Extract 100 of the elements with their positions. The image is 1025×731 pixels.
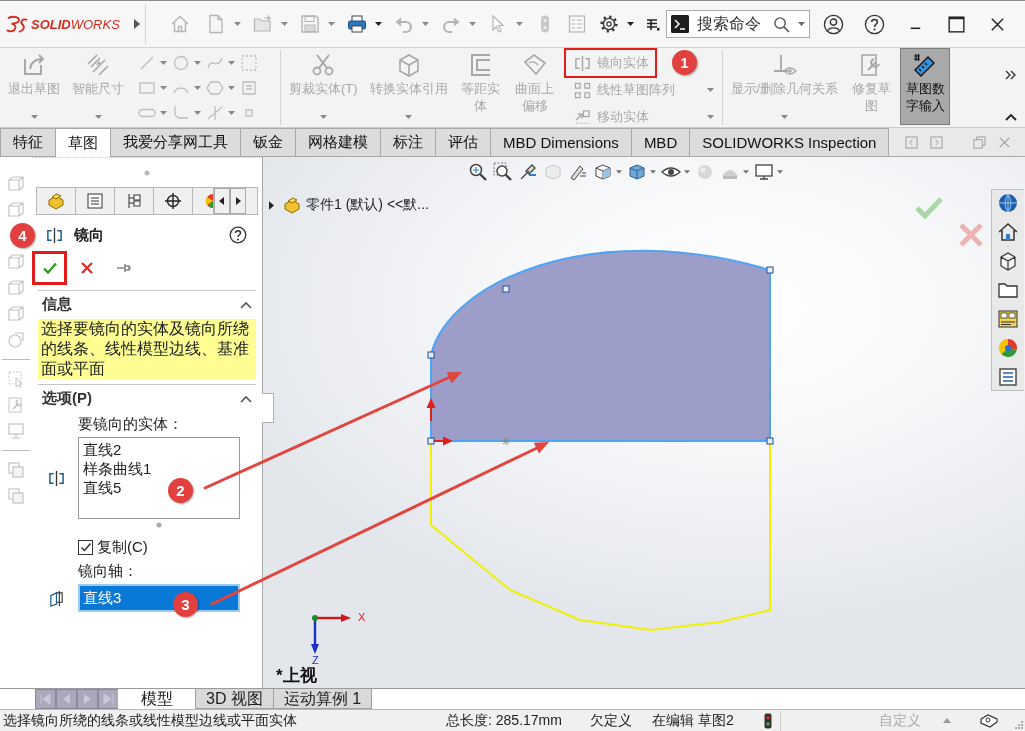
triangle-right-icon[interactable] <box>77 689 98 709</box>
chevron-up-icon[interactable] <box>1005 113 1017 121</box>
magnifier-box-icon[interactable] <box>493 162 513 182</box>
checkbox[interactable] <box>78 539 93 555</box>
tab[interactable]: 标注 <box>380 128 436 156</box>
tab[interactable]: 草图 <box>55 128 111 157</box>
pen-line-icon[interactable] <box>518 162 538 182</box>
sketch-profile[interactable] <box>430 249 771 442</box>
feature-tree-item[interactable]: 零件1 (默认) <<默... <box>306 196 429 214</box>
list-item[interactable]: 样条曲线1 <box>83 459 152 478</box>
caret-icon[interactable] <box>375 22 382 26</box>
grip-dot-icon[interactable] <box>144 169 150 176</box>
curved-sheet-icon <box>521 52 548 78</box>
grip-dot-icon[interactable] <box>156 522 162 528</box>
panel-left-icon[interactable] <box>905 135 918 149</box>
globe-icon[interactable] <box>997 192 1019 214</box>
toolbar-button[interactable]: 草图数字输入 <box>900 48 951 125</box>
sketch-point[interactable] <box>766 437 774 445</box>
terminal-icon <box>671 15 689 33</box>
chevron-up-icon[interactable] <box>240 300 252 309</box>
magnifier-icon[interactable] <box>468 162 488 182</box>
caret-icon[interactable] <box>627 22 634 26</box>
grid-squares-icon <box>573 81 591 99</box>
tag-icon[interactable] <box>979 712 999 729</box>
check-icon[interactable] <box>914 196 944 220</box>
search-box[interactable]: 搜索命令 <box>666 10 810 38</box>
maximize-icon[interactable] <box>946 13 967 35</box>
tab[interactable]: SOLIDWORKS Inspection <box>689 128 890 156</box>
home-icon[interactable] <box>997 221 1019 243</box>
tab[interactable]: 钣金 <box>240 128 296 156</box>
ok-button[interactable] <box>32 250 67 285</box>
arrow-right-icon[interactable] <box>230 188 246 214</box>
list-item[interactable]: 直线2 <box>83 440 122 459</box>
x-icon <box>78 259 95 276</box>
settings-icon[interactable] <box>599 14 619 34</box>
layout-icon[interactable] <box>997 308 1019 330</box>
tab[interactable]: 运动算例 1 <box>272 689 373 709</box>
x-icon[interactable] <box>958 222 984 248</box>
move-arrow-icon <box>573 108 591 126</box>
sketch-point[interactable] <box>502 285 510 293</box>
help-icon[interactable] <box>864 13 885 35</box>
resize-grip-icon[interactable] <box>1013 719 1023 729</box>
tab[interactable]: 特征 <box>0 128 56 156</box>
panel-right-icon[interactable] <box>930 135 943 149</box>
tab[interactable]: 我爱分享网工具 <box>110 128 241 156</box>
hexagon-icon[interactable] <box>206 78 224 97</box>
axis-label: Z <box>312 654 319 666</box>
tab[interactable]: 网格建模 <box>295 128 381 156</box>
status-message: 选择镜向所绕的线条或线性模型边线或平面实体 <box>2 711 298 730</box>
properties-sheet-icon[interactable] <box>567 14 587 34</box>
circle-icon[interactable] <box>172 53 190 72</box>
sketch-point[interactable] <box>766 266 774 274</box>
perpendicular-eye-icon <box>771 52 798 78</box>
dimension-icon <box>85 52 111 78</box>
list-pin-icon[interactable] <box>646 17 660 31</box>
list-icon[interactable] <box>997 366 1019 388</box>
tab[interactable]: 3D 视图 <box>195 689 274 709</box>
chevron-up-icon[interactable] <box>240 394 252 403</box>
tree-document-icon <box>125 192 143 210</box>
tab[interactable]: 评估 <box>435 128 491 156</box>
wrench-document-icon[interactable] <box>7 396 25 414</box>
axis-triad-icon <box>311 614 351 654</box>
mirror-icon <box>573 54 591 72</box>
color-ball-icon[interactable] <box>997 337 1019 359</box>
part-icon <box>47 192 65 210</box>
mirror-icon <box>46 226 63 244</box>
document-icon[interactable] <box>206 14 226 34</box>
cube-icon[interactable] <box>997 250 1019 272</box>
caret-up-icon[interactable] <box>943 718 951 723</box>
check-icon <box>79 541 92 553</box>
help-icon[interactable] <box>229 226 247 244</box>
circle-corner-icon[interactable] <box>7 331 25 349</box>
sketch-point[interactable] <box>427 437 435 445</box>
checkbox-label[interactable]: 复制(C) <box>97 537 148 557</box>
mirror-plane-icon <box>48 589 65 607</box>
traffic-light-icon[interactable] <box>764 712 772 729</box>
expand-arrow-icon[interactable] <box>134 19 140 29</box>
expand-triangle-icon[interactable] <box>269 200 274 210</box>
view-cube-icon[interactable] <box>593 162 613 182</box>
search-input[interactable]: 搜索命令 <box>693 15 769 33</box>
tab[interactable]: MBD <box>630 128 691 156</box>
arrow-left-icon[interactable] <box>214 188 230 214</box>
color-wheel-icon <box>204 192 213 210</box>
list-item[interactable]: 直线5 <box>83 478 122 497</box>
crossed-lines-icon[interactable] <box>206 103 224 122</box>
tab[interactable]: MBD Dimensions <box>490 128 632 156</box>
sketch-point[interactable] <box>427 351 435 359</box>
skip-first-icon[interactable] <box>35 689 56 709</box>
user-icon[interactable] <box>823 13 844 35</box>
skip-last-icon[interactable] <box>98 689 119 709</box>
restore-icon[interactable] <box>973 135 986 149</box>
triangle-left-icon[interactable] <box>56 689 77 709</box>
printer-icon[interactable] <box>347 14 367 34</box>
monitor-icon[interactable] <box>754 162 774 182</box>
shaded-cube-icon[interactable] <box>627 162 647 182</box>
double-chevron-icon[interactable] <box>1005 70 1017 80</box>
axis-label: X <box>358 611 366 623</box>
search-icon[interactable] <box>773 15 790 33</box>
cursor-box-icon[interactable] <box>7 370 25 388</box>
panel-handle[interactable] <box>262 393 274 423</box>
